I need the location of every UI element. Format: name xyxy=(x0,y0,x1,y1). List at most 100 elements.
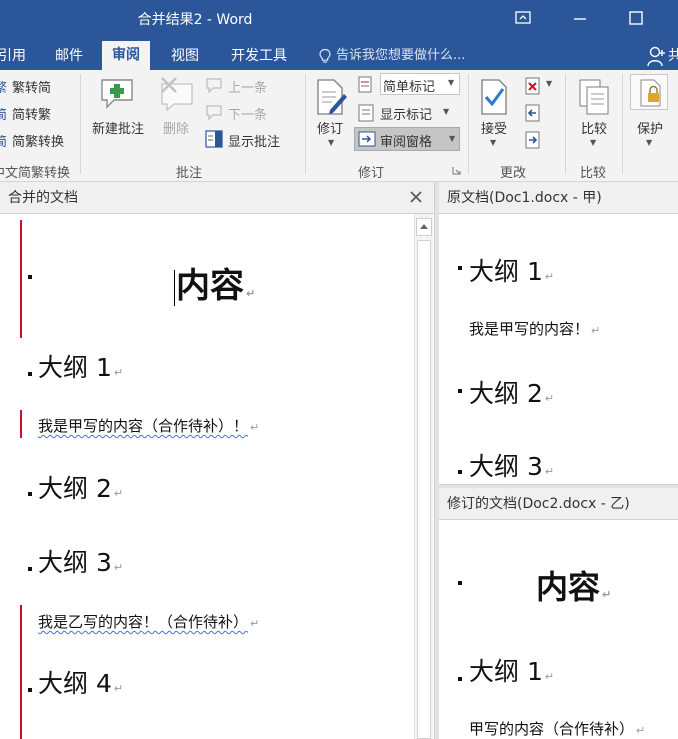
ribbon-display-options-button[interactable] xyxy=(513,8,533,28)
vertical-scrollbar[interactable] xyxy=(414,214,433,739)
scroll-thumb[interactable] xyxy=(417,240,431,739)
original-outline-2-text: 大纲 2 xyxy=(469,379,543,408)
person-icon xyxy=(647,46,665,67)
close-pane-button[interactable] xyxy=(407,188,425,206)
next-comment-icon xyxy=(206,105,222,120)
group-separator xyxy=(80,74,81,174)
original-para[interactable]: 我是甲写的内容！ ↵ xyxy=(469,318,600,339)
s2t-label: 简转繁 xyxy=(12,108,52,123)
merged-para-b[interactable]: 我是乙写的内容！（合作待补） ↵ xyxy=(38,611,259,632)
original-outline-2[interactable]: 大纲 2 ↵ xyxy=(469,374,554,410)
tab-references[interactable]: 引用 xyxy=(0,42,36,70)
paragraph-mark: ↵ xyxy=(544,465,555,478)
accept-label: 接受 xyxy=(480,122,507,137)
title-bar: 合并结果2 - Word xyxy=(0,0,678,38)
convert-icon: 简 xyxy=(0,135,8,150)
track-changes-button[interactable]: 修订 ▼ xyxy=(308,74,352,154)
merged-pane-header: 合并的文档 xyxy=(0,182,434,214)
tab-mailings[interactable]: 邮件 xyxy=(45,42,93,70)
tab-developer[interactable]: 开发工具 xyxy=(221,42,297,70)
next-change-icon[interactable] xyxy=(524,130,542,150)
merged-para-a[interactable]: 我是甲写的内容（合作待补）！ ↵ xyxy=(38,415,259,436)
reviewing-pane-icon xyxy=(358,131,376,147)
hidden-bullet xyxy=(28,688,32,692)
share-button[interactable]: 共 xyxy=(640,42,678,70)
merged-heading[interactable]: 内容 ↵ xyxy=(174,258,255,307)
merged-outline-3[interactable]: 大纲 3 ↵ xyxy=(38,543,123,579)
scroll-up-arrow-icon xyxy=(420,224,428,229)
merged-outline-2[interactable]: 大纲 2 ↵ xyxy=(38,469,123,505)
chevron-down-icon: ▼ xyxy=(646,138,653,147)
close-icon xyxy=(410,191,422,203)
paragraph-mark: ↵ xyxy=(544,392,555,405)
hidden-bullet xyxy=(28,372,32,376)
delete-comment-button[interactable]: 删除 xyxy=(152,74,200,144)
revised-para[interactable]: 甲写的内容（合作待补） ↵ xyxy=(469,718,645,739)
original-outline-3-text: 大纲 3 xyxy=(469,452,543,481)
scroll-up-button[interactable] xyxy=(416,218,432,236)
minimize-button[interactable] xyxy=(570,8,590,28)
protect-label: 保护 xyxy=(636,122,663,137)
window-title: 合并结果2 - Word xyxy=(137,12,253,28)
delete-comment-icon xyxy=(161,77,193,112)
chevron-down-icon: ▼ xyxy=(328,138,335,147)
markup-icon xyxy=(358,76,372,93)
maximize-icon xyxy=(629,11,643,25)
maximize-button[interactable] xyxy=(626,8,646,28)
tab-view[interactable]: 视图 xyxy=(161,42,209,70)
group-separator xyxy=(468,74,469,174)
accept-button[interactable]: 接受 ▼ xyxy=(472,74,516,154)
revision-bar xyxy=(20,605,22,739)
original-outline-3[interactable]: 大纲 3 ↵ xyxy=(469,447,554,483)
paragraph-mark: ↵ xyxy=(113,561,124,574)
merged-outline-4[interactable]: 大纲 4 ↵ xyxy=(38,664,123,700)
revised-document-body[interactable] xyxy=(439,520,678,739)
text-cursor xyxy=(174,269,175,306)
revised-outline-1[interactable]: 大纲 1 ↵ xyxy=(469,652,554,688)
hidden-bullet xyxy=(28,492,32,496)
hidden-bullet xyxy=(458,581,462,585)
revised-pane-header: 修订的文档(Doc2.docx - 乙) xyxy=(439,488,678,520)
group-label-compare: 比较 xyxy=(580,166,607,181)
paragraph-mark: ↵ xyxy=(113,682,124,695)
hidden-bullet xyxy=(458,266,462,270)
protect-button[interactable]: 保护 ▼ xyxy=(628,74,672,154)
tell-me-box[interactable]: 告诉我您想要做什么... xyxy=(318,42,465,70)
revision-bar xyxy=(20,410,22,438)
original-outline-1[interactable]: 大纲 1 ↵ xyxy=(469,252,554,288)
group-label-tracking: 修订 xyxy=(358,166,385,181)
merged-pane-title: 合并的文档 xyxy=(8,190,78,206)
show-markup-label: 显示标记 xyxy=(380,108,433,123)
lightbulb-icon xyxy=(319,48,331,63)
paragraph-mark: ↵ xyxy=(113,487,124,500)
compare-icon xyxy=(579,79,609,115)
t2s-icon: 繁 xyxy=(0,81,8,96)
new-comment-button[interactable]: 新建批注 xyxy=(86,74,150,144)
paragraph-mark: ↵ xyxy=(113,366,124,379)
compare-button[interactable]: 比较 ▼ xyxy=(572,74,616,154)
revised-heading[interactable]: 内容 ↵ xyxy=(536,562,611,608)
ribbon-review: 繁 繁转简 简 简转繁 简 简繁转换 中文简繁转换 新建批注 删除 xyxy=(0,70,678,182)
chevron-down-icon: ▼ xyxy=(449,134,456,143)
word-window: 合并结果2 - Word 引用 邮件 审阅 视图 开发工具 告诉我您想要做什么.… xyxy=(0,0,678,739)
tell-me-placeholder: 告诉我您想要做什么... xyxy=(336,48,466,63)
show-markup-icon xyxy=(358,104,374,122)
paragraph-mark: ↵ xyxy=(636,724,646,737)
delete-comment-label: 删除 xyxy=(162,122,189,137)
new-comment-icon xyxy=(101,79,133,109)
group-label-changes: 更改 xyxy=(500,166,527,181)
dialog-launcher-icon[interactable] xyxy=(452,166,461,175)
next-comment-label: 下一条 xyxy=(228,108,268,123)
original-pane-header: 原文档(Doc1.docx - 甲) xyxy=(439,182,678,214)
reviewing-pane-label: 审阅窗格 xyxy=(380,135,433,150)
paragraph-mark: ↵ xyxy=(591,324,601,337)
original-para-text: 我是甲写的内容！ xyxy=(469,320,590,338)
chevron-down-icon: ▼ xyxy=(448,78,455,87)
original-pane-title: 原文档(Doc1.docx - 甲) xyxy=(447,190,602,206)
previous-change-icon[interactable] xyxy=(524,103,542,123)
reject-icon[interactable] xyxy=(524,76,542,96)
t2s-label: 繁转简 xyxy=(12,81,52,96)
tab-review[interactable]: 审阅 xyxy=(102,41,150,70)
merged-outline-1[interactable]: 大纲 1 ↵ xyxy=(38,348,123,384)
new-comment-label: 新建批注 xyxy=(91,122,144,137)
